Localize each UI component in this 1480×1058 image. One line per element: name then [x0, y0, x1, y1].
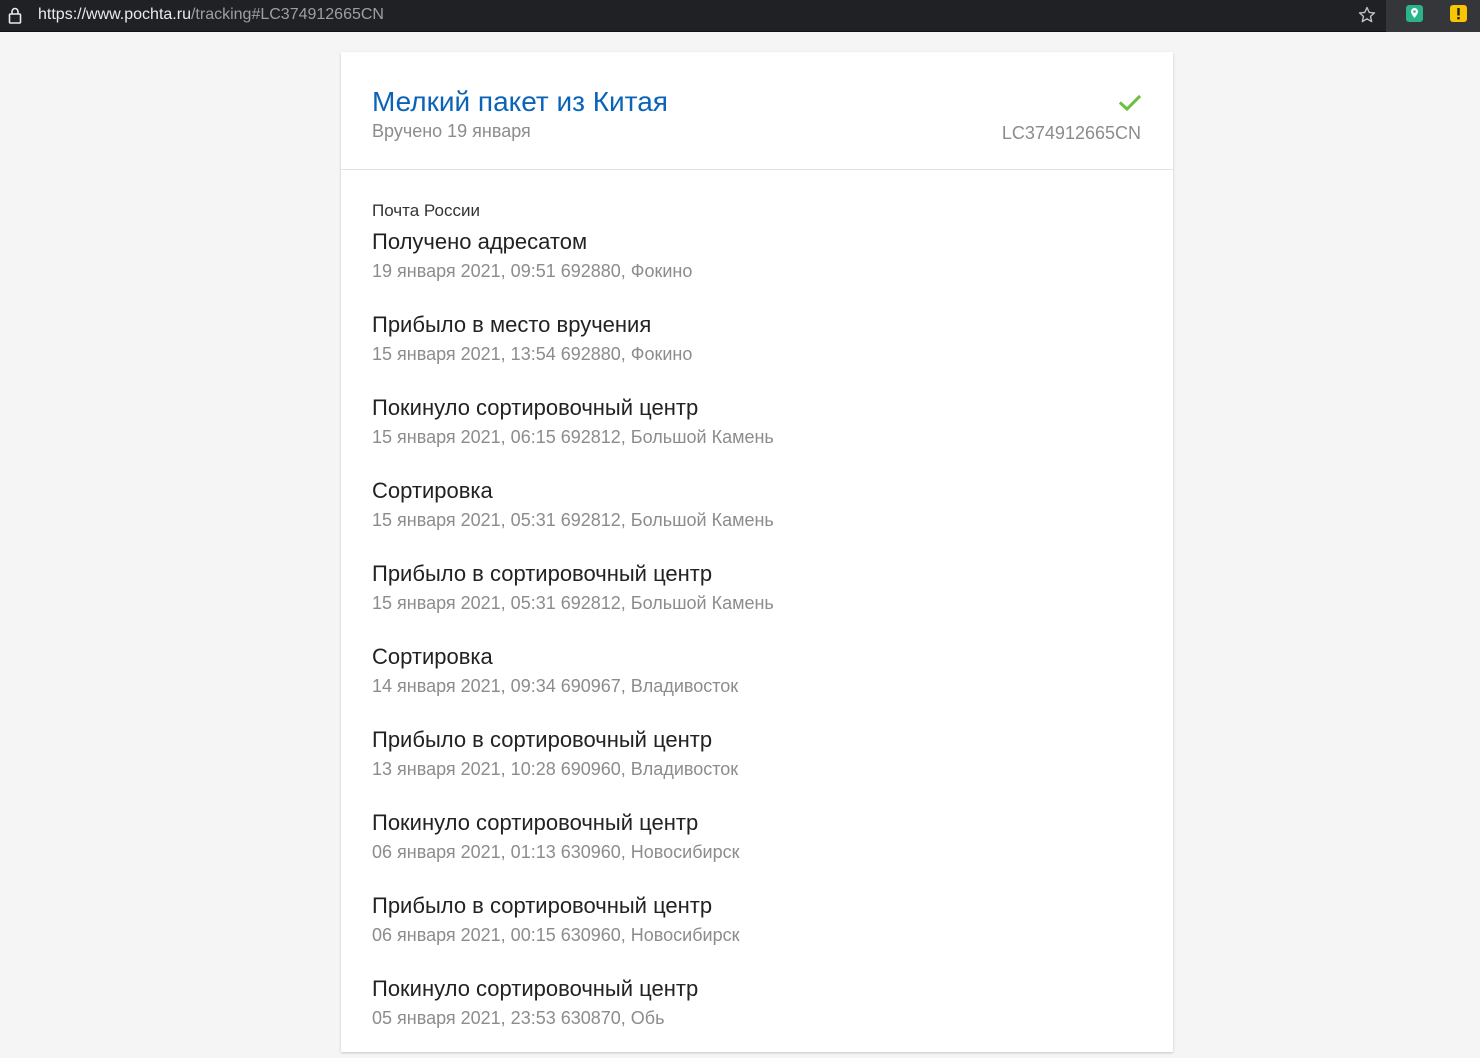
event-title: Сортировка [372, 644, 493, 669]
history-event: Покинуло сортировочный центр 06 января 2… [372, 809, 1142, 892]
parcel-title: Мелкий пакет из Китая [372, 86, 668, 117]
event-title: Прибыло в место вручения [372, 312, 652, 337]
event-details: 13 января 2021, 10:28 690960, Владивосто… [372, 759, 739, 779]
event-title: Покинуло сортировочный центр [372, 395, 699, 420]
star-icon[interactable] [1357, 5, 1377, 25]
event-details: 06 января 2021, 00:15 630960, Новосибирс… [372, 925, 740, 945]
tracking-card: Мелкий пакет из Китая Вручено 19 января … [341, 52, 1173, 1052]
tracking-number: LC374912665CN [1001, 123, 1141, 143]
history-event: Прибыло в сортировочный центр 06 января … [372, 892, 1142, 975]
event-details: 19 января 2021, 09:51 692880, Фокино [372, 261, 693, 281]
check-icon [1119, 94, 1141, 112]
url-field[interactable]: https://www.pochta.ru/tracking#LC3749126… [38, 5, 384, 25]
event-details: 15 января 2021, 05:31 692812, Большой Ка… [372, 510, 774, 530]
url-path: /tracking#LC374912665CN [190, 6, 384, 23]
event-title: Получено адресатом [372, 229, 588, 254]
parcel-header: Мелкий пакет из Китая Вручено 19 января … [341, 52, 1173, 170]
event-details: 05 января 2021, 23:53 630870, Обь [372, 1008, 665, 1028]
history-event: Сортировка 15 января 2021, 05:31 692812,… [372, 477, 1142, 560]
history-event: Покинуло сортировочный центр 15 января 2… [372, 394, 1142, 477]
history-event: Получено адресатом 19 января 2021, 09:51… [372, 228, 1142, 311]
event-title: Прибыло в сортировочный центр [372, 893, 713, 918]
event-details: 15 января 2021, 05:31 692812, Большой Ка… [372, 593, 774, 613]
url-domain: https://www.pochta.ru [38, 6, 191, 23]
browser-address-bar: https://www.pochta.ru/tracking#LC3749126… [0, 0, 1480, 32]
carrier-name: Почта России [372, 201, 480, 220]
map-pin-extension-icon[interactable] [1406, 5, 1423, 22]
event-title: Прибыло в сортировочный центр [372, 727, 713, 752]
history-event: Прибыло в сортировочный центр 13 января … [372, 726, 1142, 809]
history-event: Сортировка 14 января 2021, 09:34 690967,… [372, 643, 1142, 726]
event-details: 15 января 2021, 06:15 692812, Большой Ка… [372, 427, 774, 447]
history-event: Покинуло сортировочный центр 05 января 2… [372, 975, 1142, 1058]
history-event: Прибыло в место вручения 15 января 2021,… [372, 311, 1142, 394]
event-title: Прибыло в сортировочный центр [372, 561, 713, 586]
event-details: 15 января 2021, 13:54 692880, Фокино [372, 344, 693, 364]
history-event: Прибыло в сортировочный центр 15 января … [372, 560, 1142, 643]
event-details: 14 января 2021, 09:34 690967, Владивосто… [372, 676, 739, 696]
delivery-status: Вручено 19 января [372, 121, 531, 141]
event-title: Покинуло сортировочный центр [372, 976, 699, 1001]
lock-icon [8, 7, 22, 24]
tracking-history: Почта России Получено адресатом 19 январ… [341, 170, 1173, 1058]
event-details: 06 января 2021, 01:13 630960, Новосибирс… [372, 842, 740, 862]
event-title: Сортировка [372, 478, 493, 503]
event-title: Покинуло сортировочный центр [372, 810, 699, 835]
info-extension-icon[interactable] [1450, 5, 1467, 22]
